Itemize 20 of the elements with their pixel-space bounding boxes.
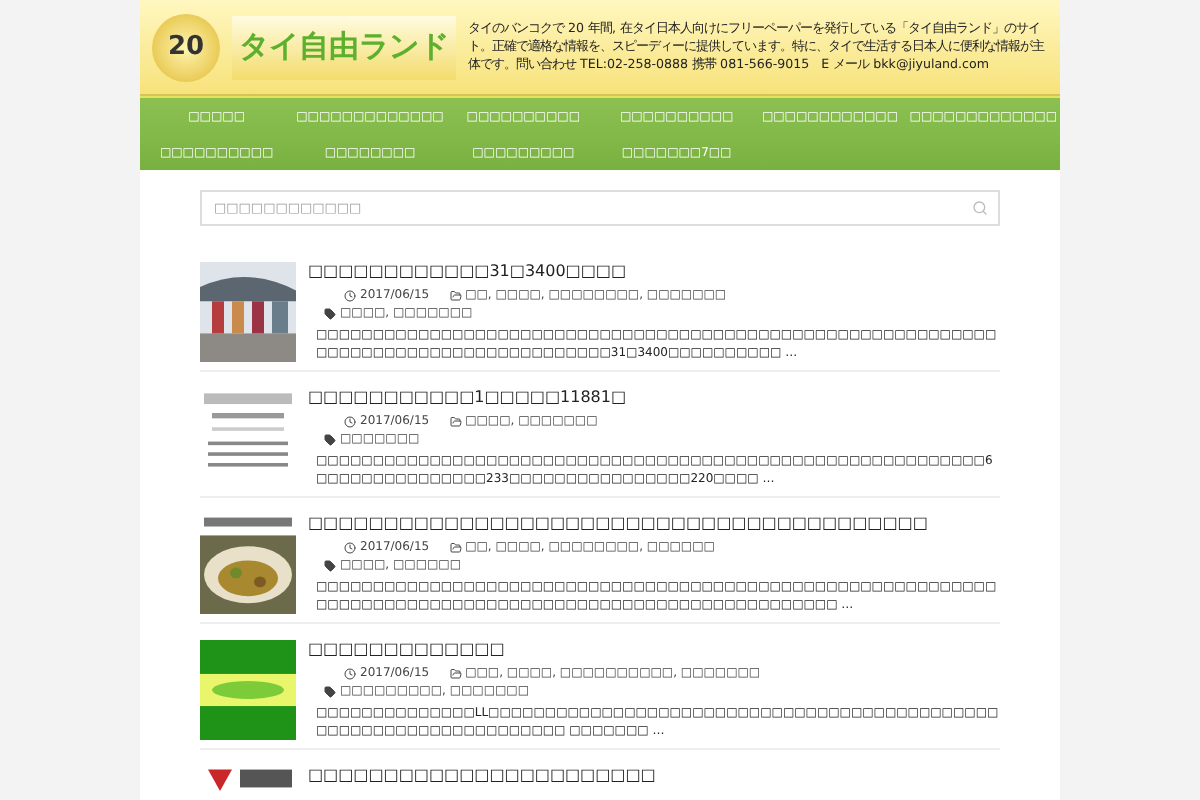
post-title[interactable]: □□□□□□□□□□□□□□□□□□□□□□□ — [308, 766, 1000, 784]
post-title[interactable]: □□□□□□□□□□□1□□□□□11881□ — [308, 388, 1000, 406]
clock-icon — [344, 667, 356, 679]
anniversary-badge: 20 — [152, 13, 220, 81]
tag-icon — [324, 433, 336, 445]
post-title[interactable]: □□□□□□□□□□□□□□□□□□□□□□□□□□□□□□□□□□□□□□□□□ — [308, 514, 1000, 532]
clock-icon — [344, 541, 356, 553]
site-logo[interactable]: タイ自由ランド — [232, 15, 456, 79]
tag-icon — [324, 307, 336, 319]
tag-icon — [324, 685, 336, 697]
tag-icon — [324, 559, 336, 571]
folder-icon — [449, 541, 462, 553]
post-title[interactable]: □□□□□□□□□□□□31□3400□□□□ — [308, 262, 1000, 280]
folder-icon — [449, 667, 462, 679]
post-title[interactable]: □□□□□□□□□□□□□ — [308, 640, 1000, 658]
clock-icon — [344, 289, 356, 301]
folder-icon — [449, 289, 462, 301]
search-icon — [972, 200, 988, 216]
clock-icon — [344, 415, 356, 427]
folder-icon — [449, 415, 462, 427]
